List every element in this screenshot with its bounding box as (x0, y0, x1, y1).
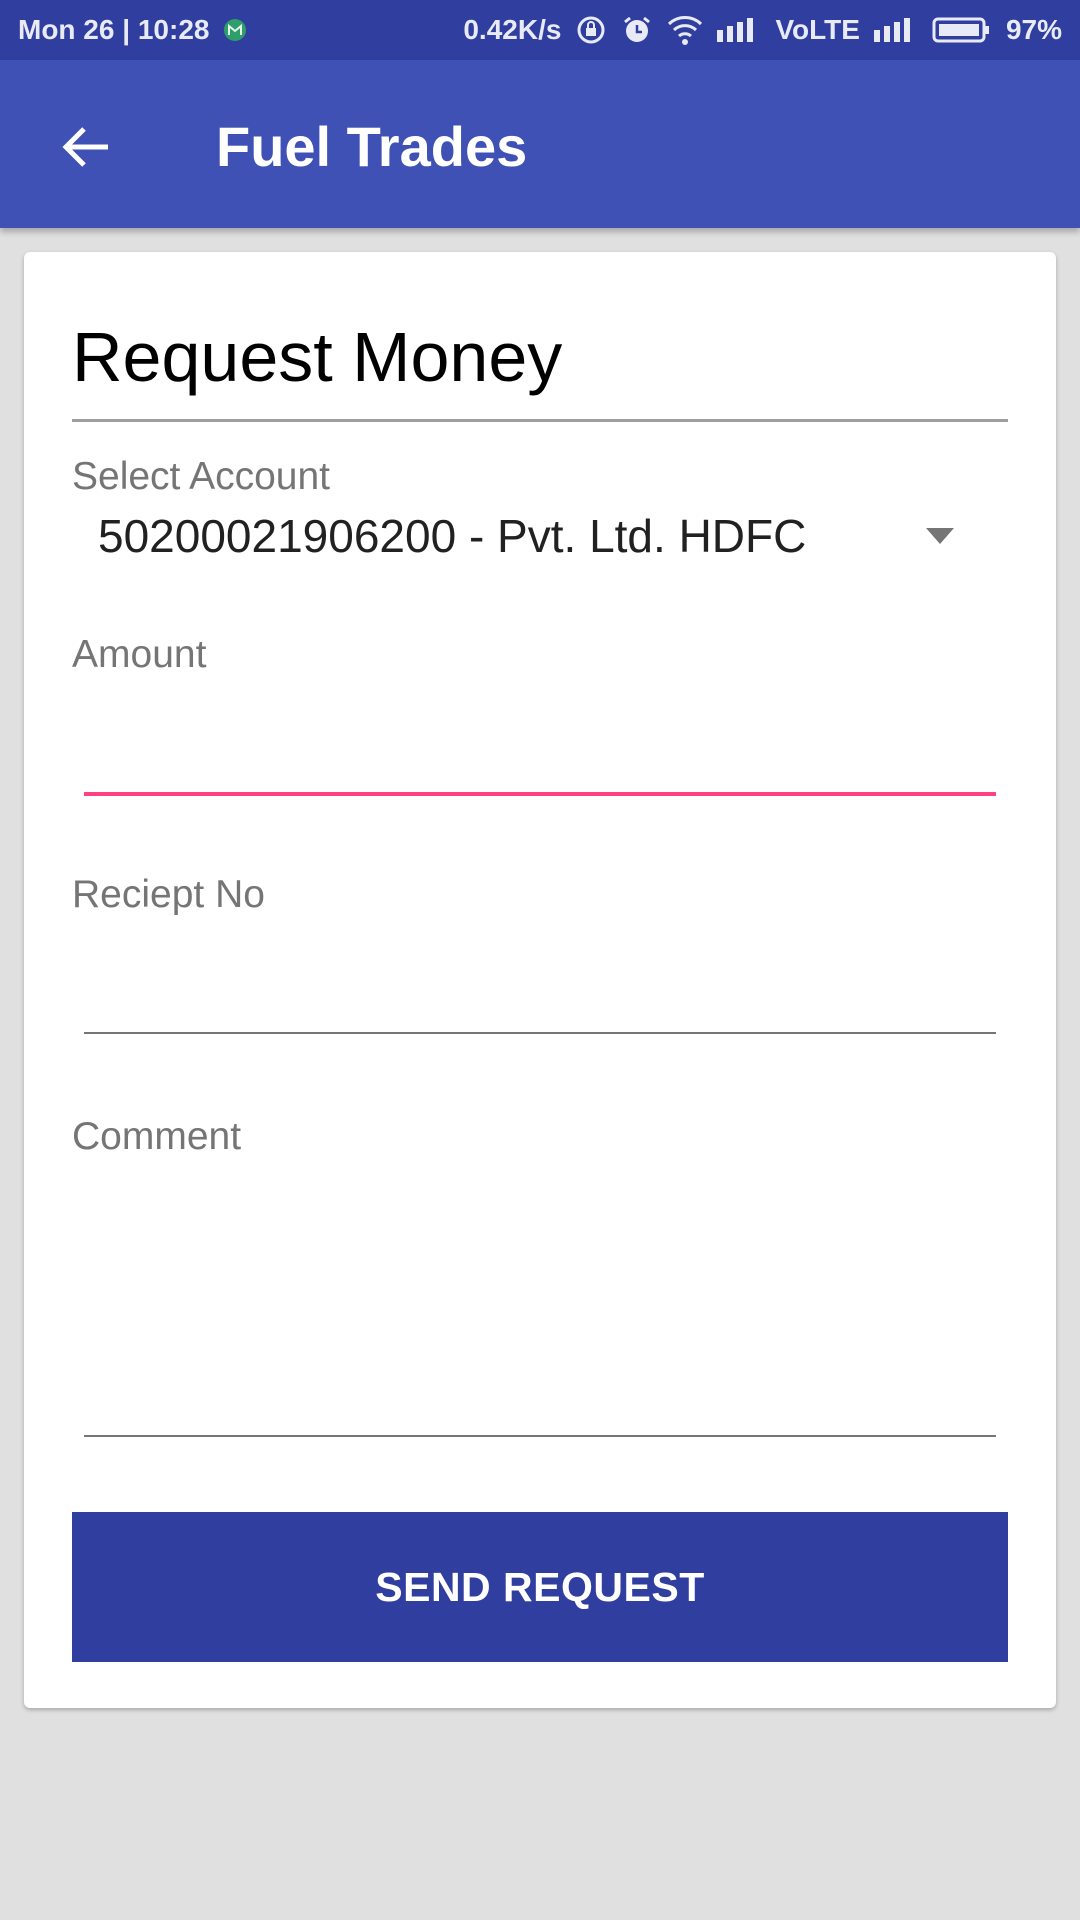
signal-strength-icon (717, 18, 761, 42)
comment-input[interactable] (84, 1192, 996, 1422)
dropdown-arrow-icon[interactable] (920, 516, 960, 556)
account-label: Select Account (72, 455, 330, 498)
alarm-icon (621, 14, 653, 46)
amount-input[interactable] (84, 714, 996, 774)
status-bar: Mon 26 | 10:28 0.42K/s VoLTE 97% (0, 0, 1080, 60)
comment-label: Comment (72, 1115, 242, 1158)
battery-icon (932, 16, 992, 44)
network-speed: 0.42K/s (463, 14, 562, 45)
account-select-value[interactable]: 50200021906200 - Pvt. Ltd. HDFC (98, 508, 806, 564)
status-datetime: Mon 26 | 10:28 (18, 14, 210, 45)
request-money-card: Request Money Select Account 50200021906… (24, 252, 1056, 1708)
back-arrow-icon (58, 120, 112, 174)
app-title: Fuel Trades (216, 115, 528, 178)
gmail-notification-icon (223, 18, 247, 42)
rotation-lock-icon (575, 14, 607, 46)
title-divider (72, 419, 1008, 422)
receipt-underline (84, 1032, 996, 1034)
receipt-label: Reciept No (72, 873, 265, 916)
battery-level: 97% (1005, 14, 1062, 45)
send-request-button[interactable]: SEND REQUEST (72, 1512, 1008, 1662)
back-button[interactable] (50, 112, 120, 182)
receipt-input[interactable] (84, 954, 996, 1014)
app-bar: Fuel Trades (0, 60, 1080, 228)
wifi-icon (667, 14, 703, 46)
network-type: VoLTE (775, 14, 860, 45)
amount-underline (84, 792, 996, 796)
comment-underline (84, 1435, 996, 1437)
amount-label: Amount (72, 633, 207, 676)
page-title: Request Money (72, 318, 563, 396)
signal-strength-icon-2 (873, 18, 918, 42)
